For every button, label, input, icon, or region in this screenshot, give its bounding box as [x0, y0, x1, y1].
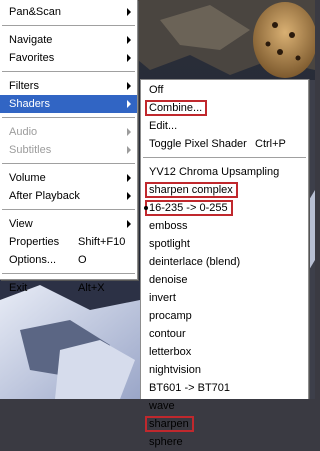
menu-item-filters[interactable]: Filters — [0, 77, 137, 95]
menu-item-navigate[interactable]: Navigate — [0, 31, 137, 49]
menu-item-label: Combine... — [145, 100, 208, 116]
submenu-arrow-icon — [127, 146, 131, 154]
menu-item-label: Exit — [9, 282, 28, 294]
menu-item-label: spotlight — [149, 238, 190, 250]
shaders-submenu: Off Combine... Edit... Toggle Pixel Shad… — [140, 79, 309, 448]
shader-item-procamp[interactable]: procamp — [141, 307, 308, 325]
shader-item-yv12-chroma-upsampling[interactable]: YV12 Chroma Upsampling — [141, 163, 308, 181]
menu-item-label: Edit... — [149, 120, 178, 132]
menu-item-label: 16-235 -> 0-255 — [145, 200, 233, 216]
menu-item-label: Shaders — [9, 98, 50, 110]
menu-item-pan-scan[interactable]: Pan&Scan — [0, 3, 137, 21]
menu-separator — [2, 209, 135, 211]
menu-item-label: Navigate — [9, 34, 53, 46]
submenu-arrow-icon — [127, 82, 131, 90]
menu-item-audio: Audio — [0, 123, 137, 141]
menu-item-properties[interactable]: Properties Shift+F10 — [0, 233, 137, 251]
menu-item-label: BT601 -> BT701 — [149, 382, 231, 394]
shader-item-sharpen-complex[interactable]: sharpen complex — [141, 181, 308, 199]
shader-item-contour[interactable]: contour — [141, 325, 308, 343]
shader-item-toggle-pixel-shader[interactable]: Toggle Pixel Shader Ctrl+P — [141, 135, 308, 153]
menu-item-after-playback[interactable]: After Playback — [0, 187, 137, 205]
context-menu: Pan&Scan Navigate Favorites Filters Shad… — [0, 0, 138, 294]
submenu-arrow-icon — [127, 174, 131, 182]
shader-item-spotlight[interactable]: spotlight — [141, 235, 308, 253]
menu-separator — [2, 163, 135, 165]
menu-separator — [143, 157, 306, 159]
menu-separator — [2, 117, 135, 119]
menu-item-label: contour — [149, 328, 186, 340]
menu-item-label: invert — [149, 292, 176, 304]
menu-item-shortcut: Shift+F10 — [78, 236, 126, 248]
menu-item-options[interactable]: Options... O — [0, 251, 137, 269]
submenu-arrow-icon — [127, 8, 131, 16]
menu-item-label: sphere — [149, 436, 183, 448]
shader-item-wave[interactable]: wave — [141, 397, 308, 415]
menu-item-label: Options... — [9, 254, 57, 266]
menu-item-exit[interactable]: Exit Alt+X — [0, 279, 137, 297]
radio-check-icon — [144, 206, 148, 210]
menu-item-label: procamp — [149, 310, 192, 322]
menu-item-label: nightvision — [149, 364, 201, 376]
menu-item-shaders[interactable]: Shaders — [0, 95, 137, 113]
shader-item-off[interactable]: Off — [141, 81, 308, 99]
shader-item-sharpen[interactable]: sharpen — [141, 415, 308, 433]
submenu-arrow-icon — [127, 128, 131, 136]
menu-item-label: Toggle Pixel Shader — [149, 138, 247, 150]
menu-separator — [2, 71, 135, 73]
submenu-arrow-icon — [127, 36, 131, 44]
menu-item-label: Subtitles — [9, 144, 52, 156]
shader-item-denoise[interactable]: denoise — [141, 271, 308, 289]
menu-item-shortcut: Ctrl+P — [255, 138, 286, 150]
menu-item-label: YV12 Chroma Upsampling — [149, 166, 280, 178]
menu-item-label: denoise — [149, 274, 188, 286]
shader-item-deinterlace-blend[interactable]: deinterlace (blend) — [141, 253, 308, 271]
menu-item-label: sharpen complex — [145, 182, 238, 198]
shader-item-sphere[interactable]: sphere — [141, 433, 308, 451]
menu-item-shortcut: O — [78, 254, 87, 266]
shader-item-combine[interactable]: Combine... — [141, 99, 308, 117]
menu-item-subtitles: Subtitles — [0, 141, 137, 159]
menu-item-label: Filters — [9, 80, 39, 92]
menu-item-label: deinterlace (blend) — [149, 256, 241, 268]
menu-item-label: Volume — [9, 172, 46, 184]
shader-item-bt601-to-bt701[interactable]: BT601 -> BT701 — [141, 379, 308, 397]
menu-item-label: View — [9, 218, 33, 230]
menu-item-shortcut: Alt+X — [78, 282, 105, 294]
menu-item-label: Off — [149, 84, 164, 96]
menu-separator — [2, 25, 135, 27]
menu-item-volume[interactable]: Volume — [0, 169, 137, 187]
menu-item-label: Favorites — [9, 52, 55, 64]
menu-item-label: Pan&Scan — [9, 6, 61, 18]
shader-item-letterbox[interactable]: letterbox — [141, 343, 308, 361]
shader-item-nightvision[interactable]: nightvision — [141, 361, 308, 379]
menu-item-label: sharpen — [145, 416, 194, 432]
menu-item-label: letterbox — [149, 346, 192, 358]
menu-item-view[interactable]: View — [0, 215, 137, 233]
menu-item-favorites[interactable]: Favorites — [0, 49, 137, 67]
menu-separator — [2, 273, 135, 275]
menu-item-label: Audio — [9, 126, 38, 138]
submenu-arrow-icon — [127, 54, 131, 62]
menu-item-label: wave — [149, 400, 175, 412]
submenu-arrow-icon — [127, 192, 131, 200]
shader-item-emboss[interactable]: emboss — [141, 217, 308, 235]
menu-item-label: After Playback — [9, 190, 80, 202]
shader-item-16-235-to-0-255[interactable]: 16-235 -> 0-255 — [141, 199, 308, 217]
menu-item-label: emboss — [149, 220, 188, 232]
submenu-arrow-icon — [127, 220, 131, 228]
shader-item-invert[interactable]: invert — [141, 289, 308, 307]
menu-item-label: Properties — [9, 236, 60, 248]
shader-item-edit[interactable]: Edit... — [141, 117, 308, 135]
submenu-arrow-icon — [127, 100, 131, 108]
